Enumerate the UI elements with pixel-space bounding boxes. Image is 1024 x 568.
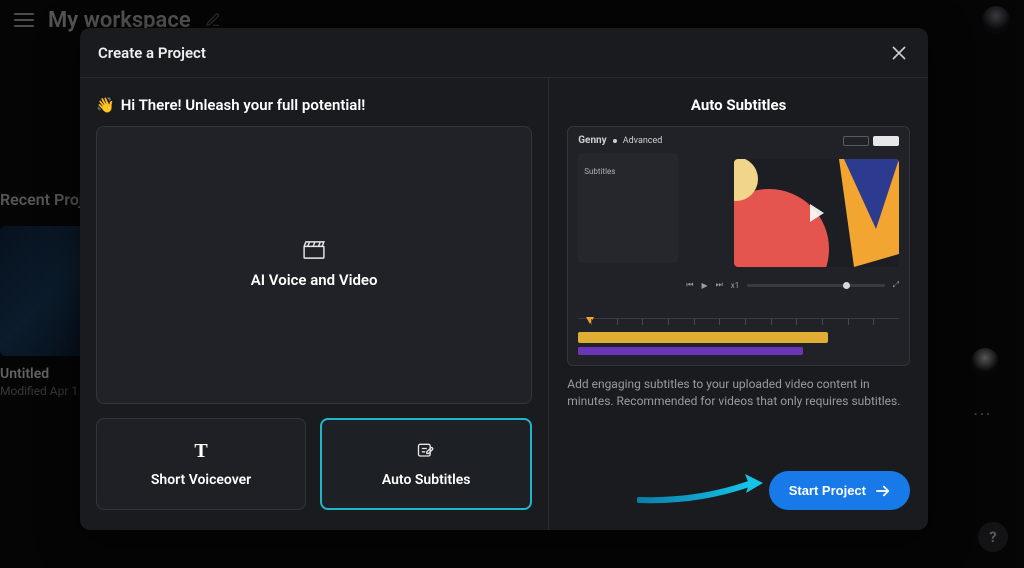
greeting-text: Hi There! Unleash your full potential!: [121, 96, 366, 114]
option-label: Short Voiceover: [151, 472, 251, 488]
option-label: AI Voice and Video: [251, 271, 378, 289]
detail-title: Auto Subtitles: [567, 96, 910, 114]
preview-panel-label: Subtitles: [584, 167, 615, 176]
modal-header: Create a Project: [80, 28, 928, 78]
create-project-modal: Create a Project 👋 Hi There! Unleash you…: [80, 28, 928, 530]
option-label: Auto Subtitles: [382, 472, 471, 488]
arrow-hint-icon: [637, 472, 767, 506]
modal-title: Create a Project: [98, 44, 206, 62]
greeting: 👋 Hi There! Unleash your full potential!: [96, 96, 532, 114]
wave-icon: 👋: [96, 96, 115, 114]
detail-description: Add engaging subtitles to your uploaded …: [567, 376, 910, 411]
clapperboard-icon: [303, 241, 325, 259]
cta-row: Start Project: [567, 471, 910, 510]
preview-controls: ⏮▶⏭x1 ⤢: [686, 277, 899, 293]
text-icon: T: [190, 440, 212, 462]
preview-brand-tag: Advanced: [623, 136, 663, 146]
preview-pill: [873, 136, 899, 146]
option-auto-subtitles[interactable]: Auto Subtitles: [320, 418, 532, 510]
timeline-track: [578, 347, 803, 355]
right-pane: Auto Subtitles Genny Advanced Subtitles: [549, 78, 928, 530]
preview-topbar: Genny Advanced: [578, 135, 899, 146]
start-project-button[interactable]: Start Project: [769, 471, 910, 510]
arrow-right-icon: [876, 485, 890, 497]
dot-icon: [613, 139, 617, 143]
option-row: T Short Voiceover Auto Subtitles: [96, 418, 532, 510]
preview-pill: [843, 136, 869, 146]
left-pane: 👋 Hi There! Unleash your full potential!…: [80, 78, 549, 530]
preview-progress: [747, 284, 884, 287]
option-short-voiceover[interactable]: T Short Voiceover: [96, 418, 306, 510]
play-icon: [810, 204, 824, 222]
detail-preview: Genny Advanced Subtitles: [567, 126, 910, 366]
preview-timeline: [578, 318, 899, 355]
edit-note-icon: [415, 440, 437, 462]
preview-brand: Genny: [578, 135, 606, 146]
close-button[interactable]: [888, 42, 910, 64]
option-ai-voice-video[interactable]: AI Voice and Video: [96, 126, 532, 404]
close-icon: [892, 46, 906, 60]
preview-video: [734, 159, 899, 267]
timeline-track: [578, 332, 828, 343]
start-project-label: Start Project: [789, 483, 866, 498]
modal-body: 👋 Hi There! Unleash your full potential!…: [80, 78, 928, 530]
preview-side-panel: Subtitles: [578, 153, 678, 263]
